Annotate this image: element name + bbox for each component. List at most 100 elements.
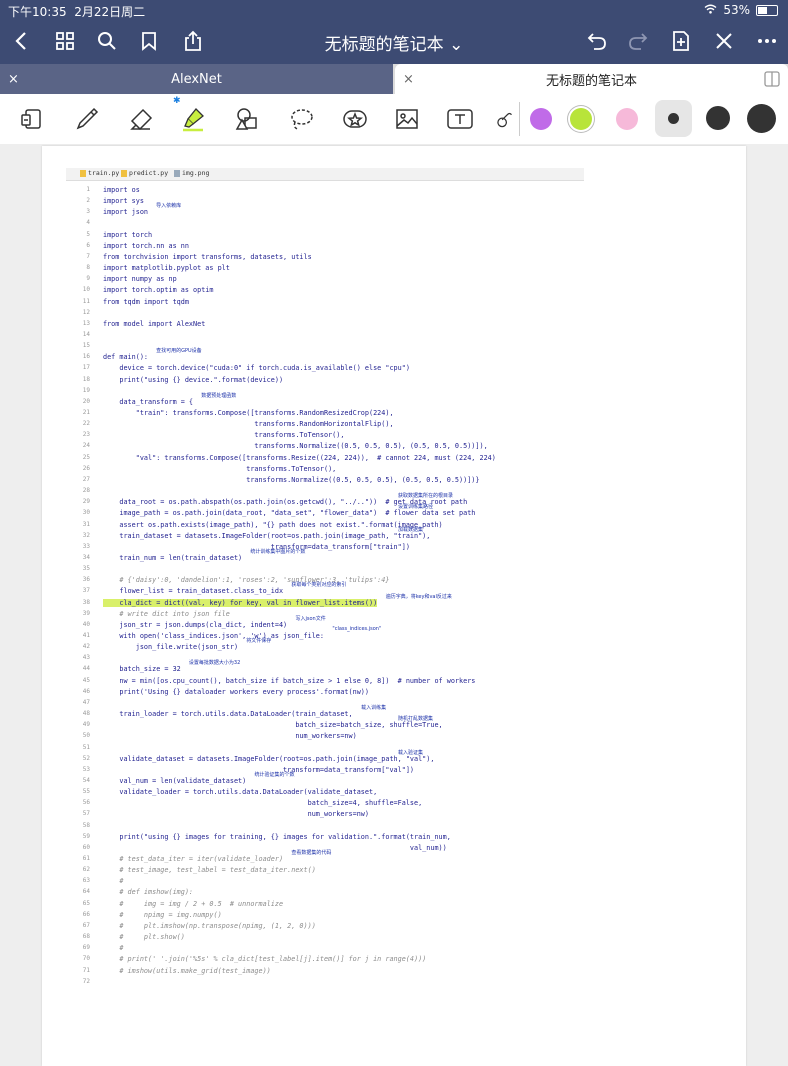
code-line: print("using {} device.".format(device)) — [103, 375, 284, 384]
color-swatch-2[interactable] — [570, 108, 592, 130]
shapes-icon[interactable] — [230, 102, 264, 136]
add-page-icon[interactable] — [668, 28, 694, 54]
line-number: 38 — [82, 598, 90, 606]
code-line: json_file.write(json_str) — [103, 643, 239, 652]
status-time: 下午10:35 2月22日周二 — [8, 5, 146, 19]
code-line: # plt.imshow(np.transpose(npimg, (1, 2, … — [103, 921, 316, 930]
sticker-icon[interactable] — [338, 102, 372, 136]
split-view-icon[interactable] — [764, 71, 780, 91]
battery-percent: 53% — [723, 3, 750, 17]
redo-icon[interactable] — [625, 28, 651, 54]
line-number: 43 — [82, 654, 90, 662]
line-number: 9 — [86, 275, 90, 283]
toolbar-divider — [519, 102, 520, 136]
chevron-down-icon[interactable]: ⌄ — [449, 35, 463, 55]
code-line: import numpy as np — [103, 275, 177, 284]
line-number: 44 — [82, 665, 90, 673]
tab-untitled-notebook[interactable]: × 无标题的笔记本 — [395, 64, 788, 94]
line-number: 4 — [86, 219, 90, 227]
pen-icon[interactable] — [70, 102, 104, 136]
line-number: 16 — [82, 353, 90, 361]
editor-tab-predict: predict.py — [121, 169, 168, 177]
line-number: 30 — [82, 509, 90, 517]
line-number: 62 — [82, 866, 90, 874]
python-file-icon — [80, 169, 86, 177]
line-number: 42 — [82, 643, 90, 651]
handwritten-note: 设置训练集路径 — [398, 504, 434, 511]
line-number: 15 — [82, 342, 90, 350]
small-dot-icon — [668, 113, 679, 124]
image-icon[interactable] — [390, 102, 424, 136]
close-icon[interactable] — [711, 28, 737, 54]
code-line: # print(' '.join('%5s' % cla_dict[test_l… — [103, 955, 427, 964]
line-number: 37 — [82, 587, 90, 595]
code-line: nw = min([os.cpu_count(), batch_size if … — [103, 676, 476, 685]
code-line: transforms.ToTensor(), — [103, 431, 345, 440]
line-number: 22 — [82, 420, 90, 428]
document-tabs: × AlexNet × 无标题的笔记本 — [0, 64, 788, 94]
undo-icon[interactable] — [584, 28, 610, 54]
code-line: transforms.Normalize((0.5, 0.5, 0.5), (0… — [103, 442, 488, 451]
code-line: "val": transforms.Compose([transforms.Re… — [103, 453, 496, 462]
editor-tabs: train.py predict.py img.png — [66, 168, 584, 181]
code-line: import matplotlib.pyplot as plt — [103, 264, 230, 273]
line-number: 31 — [82, 520, 90, 528]
line-number-gutter: 1 2 3 4 5 6 7 8 9 10 11 12 13 14 15 16 17 18 19 20 21 22 23 24 2… — [66, 182, 94, 985]
handwritten-note: 设置每批数据大小为32 — [188, 660, 241, 667]
nav-bar: 无标题的笔记本 ⌄ — [0, 20, 788, 64]
highlighter-icon[interactable]: ✱ — [173, 96, 210, 136]
code-line: train_num = len(train_dataset) — [103, 553, 243, 562]
handwritten-note: 写入json文件 — [295, 615, 326, 622]
line-number: 64 — [82, 888, 90, 896]
handwritten-note: 统计验证集的个数 — [254, 771, 295, 778]
link-icon[interactable] — [492, 102, 514, 136]
tab-label: AlexNet — [171, 71, 222, 87]
lasso-select-icon[interactable] — [15, 102, 49, 136]
code-line: # {'daisy':0, 'dandelion':1, 'roses':2, … — [103, 576, 390, 585]
code-line: train_dataset = datasets.ImageFolder(roo… — [103, 531, 431, 540]
size-large-button[interactable] — [747, 104, 776, 133]
handwritten-note: 查看数据集的代码 — [291, 850, 332, 856]
size-medium-button[interactable] — [706, 106, 730, 130]
code-line: cla_dict = dict((val, key) for key, val … — [103, 598, 378, 607]
color-swatch-3[interactable] — [616, 108, 638, 130]
handwritten-note: 数据预处理函数 — [201, 392, 237, 399]
code-line: "train": transforms.Compose([transforms.… — [103, 409, 394, 417]
color-swatch-1[interactable] — [530, 108, 552, 130]
code-line: transforms.Normalize((0.5, 0.5, 0.5), (0… — [103, 475, 480, 484]
line-number: 48 — [82, 710, 90, 718]
code-line: print("using {} images for training, {} … — [103, 832, 451, 841]
code-line: batch_size=batch_size, shuffle=True, — [103, 721, 443, 730]
line-number: 33 — [82, 542, 90, 550]
size-small-button[interactable] — [655, 100, 692, 137]
close-icon[interactable]: × — [8, 72, 19, 87]
line-number: 27 — [82, 475, 90, 483]
line-number: 51 — [82, 743, 90, 751]
handwritten-note: 随机打乱数据集 — [398, 716, 434, 723]
editor-tab-train: train.py — [80, 169, 119, 177]
line-number: 1 — [86, 186, 90, 193]
code-line: json_str = json.dumps(cla_dict, indent=4… — [103, 620, 288, 629]
handwritten-note: 载入验证集 — [398, 749, 424, 756]
status-bar: 下午10:35 2月22日周二 53% — [0, 0, 788, 20]
more-icon[interactable] — [754, 28, 780, 54]
editor-tab-img: img.png — [174, 169, 209, 177]
code-line: # def imshow(img): — [103, 888, 194, 897]
code-line: import json — [103, 208, 149, 217]
tab-alexnet[interactable]: × AlexNet — [0, 64, 393, 94]
text-icon[interactable] — [443, 102, 477, 136]
code-line: # — [103, 877, 124, 886]
line-number: 3 — [86, 208, 90, 216]
python-file-icon — [121, 169, 127, 177]
close-icon[interactable]: × — [403, 72, 414, 87]
code-line: # imshow(utils.make_grid(test_image)) — [103, 966, 271, 975]
lasso-icon[interactable] — [285, 102, 319, 136]
eraser-icon[interactable] — [124, 102, 158, 136]
code-line: transforms.RandomHorizontalFlip(), — [103, 420, 394, 429]
tool-bar: ✱ — [0, 94, 788, 145]
code-line: # img = img / 2 + 0.5 # unnormalize — [103, 899, 284, 908]
status-right: 53% — [704, 3, 778, 17]
line-number: 56 — [82, 799, 90, 807]
bluetooth-icon: ✱ — [173, 96, 181, 106]
code-line: from tqdm import tqdm — [103, 297, 189, 306]
